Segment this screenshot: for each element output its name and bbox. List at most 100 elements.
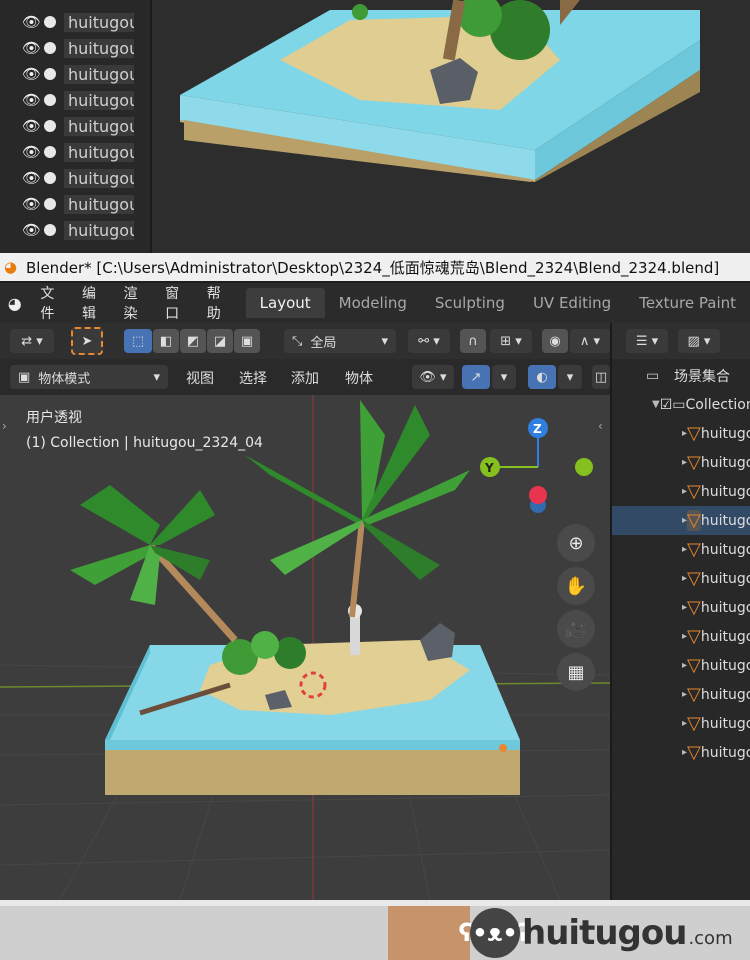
outliner-object-row[interactable]: ▸▽huitugou bbox=[612, 651, 750, 680]
tab-sculpting[interactable]: Sculpting bbox=[421, 288, 519, 318]
outliner-object-row[interactable]: ▸▽huitugou bbox=[612, 477, 750, 506]
snap-toggle[interactable]: ∩ bbox=[460, 329, 486, 353]
menu-view[interactable]: 视图 bbox=[186, 368, 214, 388]
eye-icon[interactable]: 👁 bbox=[22, 117, 44, 135]
eye-icon[interactable]: 👁 bbox=[22, 221, 44, 239]
tab-layout[interactable]: Layout bbox=[245, 288, 325, 318]
eye-icon: 👁 ▾ bbox=[419, 369, 447, 385]
outliner-mode-icon: ☰ ▾ bbox=[635, 333, 659, 349]
select-mode-subtract-button[interactable]: ◩ bbox=[180, 329, 206, 353]
top-outliner-row-name: huitugou bbox=[64, 12, 134, 32]
show-gizmo-toggle[interactable]: ↗ bbox=[462, 365, 490, 389]
eye-icon[interactable]: 👁 bbox=[22, 65, 44, 83]
outliner-object-row[interactable]: ▸▽huitugou bbox=[612, 709, 750, 738]
top-outliner-row[interactable]: 👁 huitugou bbox=[22, 166, 134, 190]
select-tool-button[interactable]: ➤ bbox=[71, 327, 103, 355]
transform-orientation-dropdown[interactable]: ⤡ 全局 ▾ bbox=[284, 329, 396, 353]
outliner-object-row[interactable]: ▸▽huitugou bbox=[612, 622, 750, 651]
xray-toggle[interactable]: ◫ bbox=[592, 365, 610, 389]
outliner-object-row[interactable]: ▸▽huitugou bbox=[612, 564, 750, 593]
eye-icon[interactable]: 👁 bbox=[22, 195, 44, 213]
camera-dot-icon[interactable] bbox=[44, 172, 56, 184]
pan-hand-icon[interactable]: ✋ bbox=[557, 567, 595, 605]
toolbar-expand-icon[interactable]: › bbox=[2, 419, 7, 433]
tab-texture-paint[interactable]: Texture Paint bbox=[625, 288, 750, 318]
top-outliner-row[interactable]: 👁 huitugou bbox=[22, 218, 134, 242]
object-name: huitugou bbox=[700, 744, 750, 761]
show-overlays-toggle[interactable]: ◐ bbox=[528, 365, 556, 389]
eye-icon[interactable]: 👁 bbox=[22, 91, 44, 109]
tab-modeling[interactable]: Modeling bbox=[325, 288, 421, 318]
filter-dropdown[interactable]: ▨ ▾ bbox=[678, 329, 720, 353]
select-mode-invert-button[interactable]: ◪ bbox=[207, 329, 233, 353]
outliner-collection-row[interactable]: ▼ ☑ ▭ Collection bbox=[612, 390, 750, 419]
outliner-scene-collection[interactable]: ▭ 场景集合 bbox=[612, 361, 750, 390]
display-mode-dropdown[interactable]: ☰ ▾ bbox=[626, 329, 668, 353]
menu-window[interactable]: 窗口 bbox=[154, 283, 196, 323]
include-checkbox[interactable]: ☑ bbox=[660, 397, 673, 413]
menu-file[interactable]: 文件 bbox=[29, 283, 71, 323]
pivot-point-dropdown[interactable]: ⚯ ▾ bbox=[408, 329, 450, 353]
outliner-object-row[interactable]: ▸▽huitugou bbox=[612, 738, 750, 767]
menu-object[interactable]: 物体 bbox=[345, 368, 373, 388]
camera-dot-icon[interactable] bbox=[44, 120, 56, 132]
3d-viewport[interactable]: 用户透视 (1) Collection | huitugou_2324_04 Z… bbox=[0, 395, 610, 900]
top-outliner-row[interactable]: 👁 huitugou bbox=[22, 192, 134, 216]
menu-add[interactable]: 添加 bbox=[291, 368, 319, 388]
camera-dot-icon[interactable] bbox=[44, 146, 56, 158]
overlays-dropdown[interactable]: ▾ bbox=[558, 365, 582, 389]
collapse-triangle-icon[interactable]: ▼ bbox=[652, 399, 660, 410]
menu-render[interactable]: 渲染 bbox=[113, 283, 155, 323]
menu-help[interactable]: 帮助 bbox=[196, 283, 238, 323]
top-outliner-row[interactable]: 👁 huitugou bbox=[22, 114, 134, 138]
viewport-info-text: (1) Collection | huitugou_2324_04 bbox=[26, 435, 263, 451]
top-outliner-row[interactable]: 👁 huitugou bbox=[22, 140, 134, 164]
outliner-panel: ☰ ▾ ▨ ▾ ▭ 场景集合 ▼ ☑ ▭ Collection ▸ ▽ huitug… bbox=[612, 323, 750, 900]
menu-edit[interactable]: 编辑 bbox=[71, 283, 113, 323]
interaction-mode-dropdown[interactable]: ▣ 物体模式 ▾ bbox=[10, 365, 168, 389]
xray-icon: ◫ bbox=[594, 369, 608, 385]
zoom-icon[interactable]: ⊕ bbox=[557, 524, 595, 562]
perspective-grid-icon[interactable]: ▦ bbox=[557, 653, 595, 691]
sidebar-expand-icon[interactable]: ‹ bbox=[598, 419, 603, 433]
outliner-object-row[interactable]: ▸▽huitugou bbox=[612, 448, 750, 477]
camera-dot-icon[interactable] bbox=[44, 68, 56, 80]
outliner-object-row-selected[interactable]: ▸▽huitugou bbox=[612, 506, 750, 535]
camera-dot-icon[interactable] bbox=[44, 224, 56, 236]
chevron-down-icon: ▾ bbox=[566, 369, 574, 385]
outliner-object-row[interactable]: ▸▽huitugou bbox=[612, 593, 750, 622]
outliner-object-row[interactable]: ▸▽huitugou bbox=[612, 535, 750, 564]
menu-select[interactable]: 选择 bbox=[239, 368, 267, 388]
top-outliner-row[interactable]: 👁 huitugou bbox=[22, 36, 134, 60]
blender-logo-icon: ◕ bbox=[4, 258, 18, 276]
camera-dot-icon[interactable] bbox=[44, 42, 56, 54]
blender-menu-icon[interactable]: ◕ bbox=[0, 294, 29, 313]
object-visibility-dropdown[interactable]: 👁 ▾ bbox=[412, 365, 454, 389]
top-outliner-row-name: huitugou bbox=[64, 38, 134, 58]
eye-icon[interactable]: 👁 bbox=[22, 13, 44, 31]
camera-view-icon[interactable]: 🎥 bbox=[557, 610, 595, 648]
top-outliner-row[interactable]: 👁 huitugou bbox=[22, 62, 134, 86]
top-outliner-row[interactable]: 👁 huitugou bbox=[22, 10, 134, 34]
outliner-object-row[interactable]: ▸▽huitugou bbox=[612, 419, 750, 448]
select-mode-extend-button[interactable]: ◧ bbox=[153, 329, 179, 353]
eye-icon[interactable]: 👁 bbox=[22, 39, 44, 57]
proportional-edit-toggle[interactable]: ◉ bbox=[542, 329, 568, 353]
select-mode-new-button[interactable]: ⬚ bbox=[124, 329, 152, 353]
camera-dot-icon[interactable] bbox=[44, 16, 56, 28]
snap-target-dropdown[interactable]: ⊞ ▾ bbox=[490, 329, 532, 353]
proportional-falloff-dropdown[interactable]: ∧ ▾ bbox=[570, 329, 610, 353]
eye-icon[interactable]: 👁 bbox=[22, 169, 44, 187]
select-subtract-icon: ◩ bbox=[186, 333, 200, 349]
select-mode-intersect-button[interactable]: ▣ bbox=[234, 329, 260, 353]
transform-pivot-dropdown[interactable]: ⇄ ▾ bbox=[10, 329, 54, 353]
eye-icon[interactable]: 👁 bbox=[22, 143, 44, 161]
mesh-object-icon: ▽ bbox=[687, 510, 701, 531]
camera-dot-icon[interactable] bbox=[44, 94, 56, 106]
tab-uv-editing[interactable]: UV Editing bbox=[519, 288, 625, 318]
outliner-object-row[interactable]: ▸▽huitugou bbox=[612, 680, 750, 709]
top-outliner-row[interactable]: 👁 huitugou bbox=[22, 88, 134, 112]
navigation-gizmo[interactable]: Z Y bbox=[470, 415, 600, 515]
camera-dot-icon[interactable] bbox=[44, 198, 56, 210]
gizmo-dropdown[interactable]: ▾ bbox=[492, 365, 516, 389]
